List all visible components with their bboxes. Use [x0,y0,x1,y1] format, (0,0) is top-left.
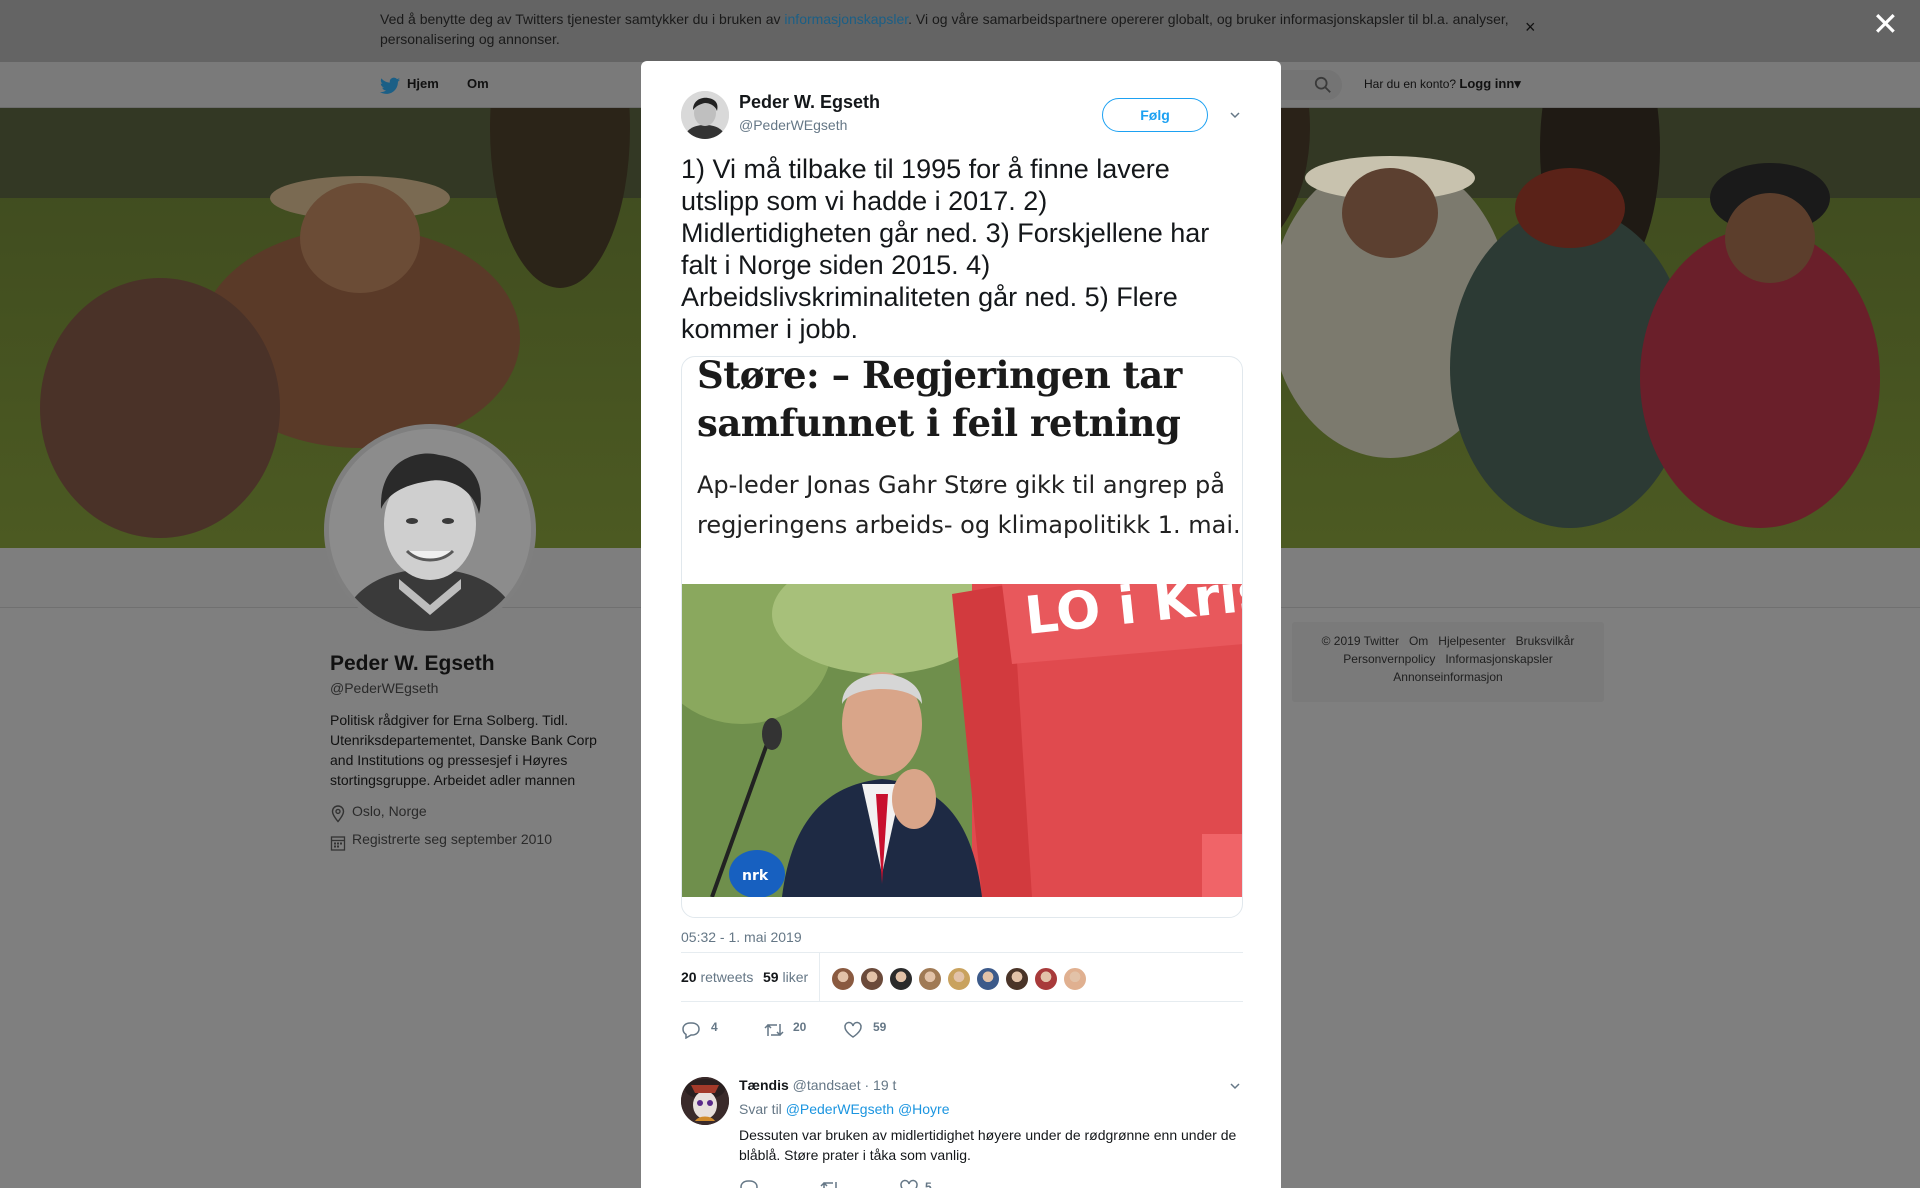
liker-avatar[interactable] [976,967,1000,991]
tweet-media-card[interactable]: Støre: – Regjeringen tar samfunnet i fei… [681,356,1243,918]
reply-time[interactable]: 19 t [873,1077,896,1093]
mic-logo-text: nrk [742,868,769,884]
follow-button[interactable]: Følg [1102,98,1208,132]
login-link[interactable]: Logg inn [1459,76,1514,91]
chevron-down-icon[interactable] [1228,1079,1242,1093]
profile-handle[interactable]: @PederWEgseth [330,680,438,696]
liker-avatar[interactable] [1063,967,1087,991]
cookie-banner: Ved å benytte deg av Twitters tjenester … [0,0,1920,62]
chevron-down-icon[interactable]: ▾ [1514,76,1521,91]
stats-divider [819,953,820,1001]
nav-home[interactable]: Hjem [407,76,439,91]
reply-icon[interactable] [739,1179,759,1188]
overlay-close-icon[interactable]: ✕ [1872,8,1899,40]
chevron-down-icon[interactable] [1228,108,1242,122]
reply-mention-1[interactable]: @PederWEgseth [786,1101,894,1117]
footer-link-cookies[interactable]: Informasjonskapsler [1445,652,1552,666]
footer-link-ads-info[interactable]: Annonseinformasjon [1393,670,1502,684]
profile-name[interactable]: Peder W. Egseth [330,652,495,676]
tweet-actions: 4 20 59 [681,1019,981,1041]
like-count[interactable]: 59 liker [763,969,808,985]
retweet-icon[interactable] [819,1179,841,1188]
retweet-icon [764,1023,784,1037]
profile-bio: Politisk rådgiver for Erna Solberg. Tidl… [330,712,597,788]
footer-link-about[interactable]: Om [1409,634,1428,648]
location-pin-icon [331,805,345,823]
login-area: Har du en konto? Logg inn▾ [1364,76,1521,91]
tweet-stats: 20 retweets 59 liker [681,952,1243,1002]
reply-mention-2[interactable]: @Hoyre [898,1101,950,1117]
footer-link-terms[interactable]: Bruksvilkår [1516,634,1575,648]
media-photo: LO i Krist nrk [682,584,1242,897]
heart-icon [844,1021,862,1038]
footer-link-help[interactable]: Hjelpesenter [1438,634,1505,648]
reply-icon [682,1022,700,1039]
liker-avatar[interactable] [918,967,942,991]
calendar-icon [330,836,346,851]
twitter-bird-icon[interactable] [380,77,400,95]
reply-actions: 5 [739,1179,989,1188]
footer-line-1: © 2019 Twitter Om Hjelpesenter Bruksvilkår [1292,634,1604,648]
footer-links: © 2019 Twitter Om Hjelpesenter Bruksvilkår … [1292,622,1604,702]
liker-avatar[interactable] [947,967,971,991]
tweet-author-name[interactable]: Peder W. Egseth [739,92,880,113]
tweet-timestamp[interactable]: 05:32 - 1. mai 2019 [681,929,802,945]
tweet-text: 1) Vi må tilbake til 1995 for å finne la… [681,154,1210,344]
media-headline: Støre: – Regjeringen tar samfunnet i fei… [697,356,1182,445]
footer-line-3: Annonseinformasjon [1292,670,1604,684]
liker-avatar[interactable] [860,967,884,991]
liker-avatar[interactable] [889,967,913,991]
reply-header: Tændis @tandsaet · 19 t [739,1077,897,1093]
reply-to-line: Svar til @PederWEgseth @Hoyre [739,1101,950,1117]
liker-avatar[interactable] [1005,967,1029,991]
media-lede: Ap-leder Jonas Gahr Støre gikk til angre… [697,471,1241,539]
reply-author-handle[interactable]: @tandsaet [793,1077,861,1093]
search-icon[interactable] [1314,76,1332,94]
footer-link-privacy[interactable]: Personvernpolicy [1343,652,1435,666]
reply-like-count: 5 [925,1180,932,1188]
cookie-close-icon[interactable]: × [1525,17,1536,38]
cookie-banner-text: Ved å benytte deg av Twitters tjenester … [380,11,1509,47]
footer-line-2: Personvernpolicy Informasjonskapsler [1292,652,1604,666]
reply-author-avatar[interactable] [681,1077,729,1125]
search-input[interactable] [1280,70,1342,100]
heart-icon[interactable] [899,1179,919,1188]
reply-text: Dessuten var bruken av midlertidighet hø… [739,1127,1237,1163]
liker-avatar[interactable] [1034,967,1058,991]
reply-author-name[interactable]: Tændis [739,1077,789,1093]
footer-copyright: © 2019 Twitter [1321,634,1399,648]
cookie-policy-link[interactable]: informasjonskapsler [784,11,908,27]
tweet-modal: Peder W. Egseth @PederWEgseth Følg 1) Vi… [641,61,1281,1188]
liker-avatar[interactable] [831,967,855,991]
tweet-author-handle[interactable]: @PederWEgseth [739,117,847,133]
profile-avatar[interactable] [324,424,536,636]
nav-about[interactable]: Om [467,76,489,91]
retweet-count[interactable]: 20 retweets [681,969,753,985]
tweet-author-avatar[interactable] [681,91,729,139]
